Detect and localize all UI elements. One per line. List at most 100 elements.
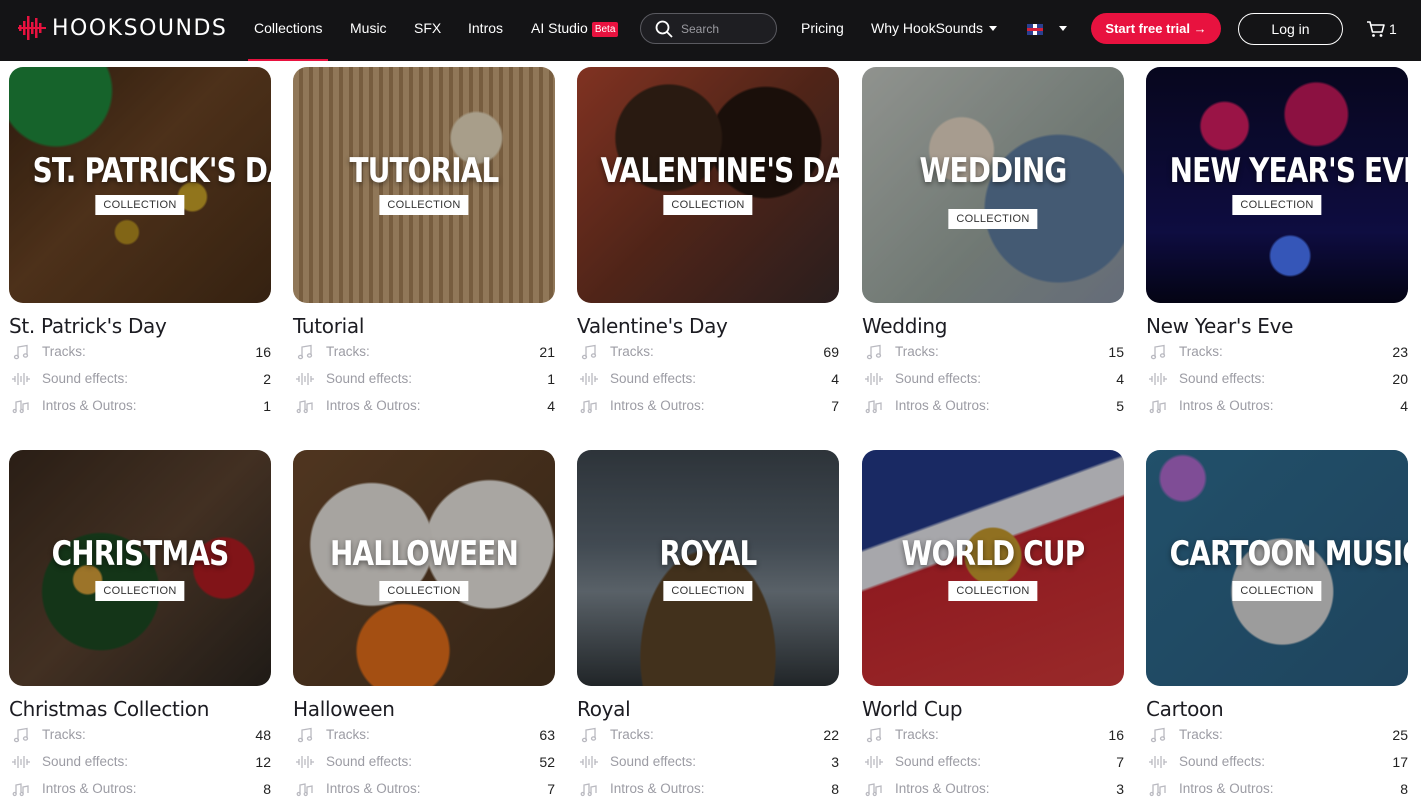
collection-thumbnail[interactable]: HALLOWEEN COLLECTION bbox=[293, 450, 555, 686]
stat-tracks: Tracks: 21 bbox=[293, 338, 555, 365]
beta-badge: Beta bbox=[591, 22, 619, 37]
collection-thumbnail[interactable]: WEDDING COLLECTION bbox=[862, 67, 1124, 303]
collection-name[interactable]: New Year's Eve bbox=[1146, 314, 1408, 338]
collection-card[interactable]: TUTORIAL COLLECTION Tutorial Tracks: 21 … bbox=[293, 67, 555, 419]
music-notes-icon bbox=[1148, 780, 1168, 798]
stat-value: 22 bbox=[823, 726, 839, 743]
collection-card[interactable]: NEW YEAR'S EVE COLLECTION New Year's Eve… bbox=[1146, 67, 1408, 419]
collection-name[interactable]: Wedding bbox=[862, 314, 1124, 338]
collection-name[interactable]: World Cup bbox=[862, 697, 1124, 721]
collection-card[interactable]: ST. PATRICK'S DAY COLLECTION St. Patrick… bbox=[9, 67, 271, 419]
collection-thumbnail[interactable]: ST. PATRICK'S DAY COLLECTION bbox=[9, 67, 271, 303]
stat-tracks: Tracks: 16 bbox=[862, 721, 1124, 748]
collection-card[interactable]: WORLD CUP COLLECTION World Cup Tracks: 1… bbox=[862, 450, 1124, 802]
stat-intros-outros: Intros & Outros: 1 bbox=[9, 392, 271, 419]
collection-card[interactable]: HALLOWEEN COLLECTION Halloween Tracks: 6… bbox=[293, 450, 555, 802]
search-input[interactable] bbox=[681, 21, 771, 36]
nav-intros[interactable]: Intros bbox=[468, 20, 503, 36]
waveform-icon bbox=[864, 370, 884, 388]
collection-badge: COLLECTION bbox=[379, 195, 469, 215]
stat-value: 8 bbox=[263, 780, 271, 797]
stat-value: 4 bbox=[1400, 397, 1408, 414]
search-box[interactable] bbox=[640, 13, 777, 44]
collection-name[interactable]: Royal bbox=[577, 697, 839, 721]
stat-value: 16 bbox=[255, 343, 271, 360]
stat-label: Tracks: bbox=[895, 727, 939, 742]
stat-value: 4 bbox=[831, 370, 839, 387]
nav-collections[interactable]: Collections bbox=[247, 20, 330, 61]
nav-music[interactable]: Music bbox=[350, 20, 387, 36]
stat-intros-outros: Intros & Outros: 3 bbox=[862, 775, 1124, 802]
collection-badge: COLLECTION bbox=[948, 581, 1038, 601]
music-note-icon bbox=[11, 726, 31, 744]
hooksounds-logo[interactable]: HOOKSOUNDS bbox=[18, 14, 227, 42]
stat-label: Tracks: bbox=[610, 344, 654, 359]
nav-sfx[interactable]: SFX bbox=[414, 20, 441, 36]
thumbnail-title: ST. PATRICK'S DAY bbox=[32, 151, 271, 191]
stat-sound-effects: Sound effects: 52 bbox=[293, 748, 555, 775]
collection-thumbnail[interactable]: TUTORIAL COLLECTION bbox=[293, 67, 555, 303]
stat-label: Sound effects: bbox=[1179, 371, 1266, 386]
stat-tracks: Tracks: 63 bbox=[293, 721, 555, 748]
collection-name[interactable]: Cartoon bbox=[1146, 697, 1408, 721]
stat-label: Intros & Outros: bbox=[42, 781, 137, 796]
music-notes-icon bbox=[864, 780, 884, 798]
music-note-icon bbox=[579, 343, 599, 361]
stat-label: Tracks: bbox=[895, 344, 939, 359]
collection-card[interactable]: CHRISTMAS COLLECTION Christmas Collectio… bbox=[9, 450, 271, 802]
stat-value: 4 bbox=[547, 397, 555, 414]
collection-thumbnail[interactable]: NEW YEAR'S EVE COLLECTION bbox=[1146, 67, 1408, 303]
collection-name[interactable]: Tutorial bbox=[293, 314, 555, 338]
stat-sound-effects: Sound effects: 7 bbox=[862, 748, 1124, 775]
stat-label: Tracks: bbox=[326, 344, 370, 359]
music-note-icon bbox=[11, 343, 31, 361]
stat-value: 17 bbox=[1392, 753, 1408, 770]
collection-thumbnail[interactable]: WORLD CUP COLLECTION bbox=[862, 450, 1124, 686]
cart-icon bbox=[1367, 21, 1385, 37]
collection-thumbnail[interactable]: CHRISTMAS COLLECTION bbox=[9, 450, 271, 686]
collection-card[interactable]: VALENTINE'S DAY COLLECTION Valentine's D… bbox=[577, 67, 839, 419]
stat-label: Intros & Outros: bbox=[326, 398, 421, 413]
stat-label: Tracks: bbox=[42, 344, 86, 359]
stat-value: 8 bbox=[831, 780, 839, 797]
collection-thumbnail[interactable]: VALENTINE'S DAY COLLECTION bbox=[577, 67, 839, 303]
collection-card[interactable]: WEDDING COLLECTION Wedding Tracks: 15 So… bbox=[862, 67, 1124, 419]
collection-name[interactable]: Halloween bbox=[293, 697, 555, 721]
stat-sound-effects: Sound effects: 20 bbox=[1146, 365, 1408, 392]
uk-flag-icon[interactable] bbox=[1027, 24, 1043, 35]
cart-button[interactable]: 1 bbox=[1366, 19, 1397, 39]
stat-tracks: Tracks: 23 bbox=[1146, 338, 1408, 365]
stat-value: 16 bbox=[1108, 726, 1124, 743]
nav-ai-studio[interactable]: AI Studio Beta bbox=[531, 20, 619, 37]
stat-label: Intros & Outros: bbox=[895, 398, 990, 413]
music-note-icon bbox=[1148, 726, 1168, 744]
stat-value: 5 bbox=[1116, 397, 1124, 414]
login-button[interactable]: Log in bbox=[1238, 13, 1343, 45]
stat-value: 1 bbox=[547, 370, 555, 387]
stat-intros-outros: Intros & Outros: 7 bbox=[577, 392, 839, 419]
stat-sound-effects: Sound effects: 1 bbox=[293, 365, 555, 392]
waveform-icon bbox=[579, 370, 599, 388]
stat-label: Tracks: bbox=[1179, 727, 1223, 742]
thumbnail-title: CHRISTMAS bbox=[51, 534, 230, 574]
waveform-icon bbox=[1148, 370, 1168, 388]
stat-intros-outros: Intros & Outros: 5 bbox=[862, 392, 1124, 419]
collection-name[interactable]: St. Patrick's Day bbox=[9, 314, 271, 338]
stat-intros-outros: Intros & Outros: 8 bbox=[9, 775, 271, 802]
ai-studio-label: AI Studio bbox=[531, 20, 588, 36]
nav-pricing[interactable]: Pricing bbox=[801, 20, 844, 36]
nav-why-hooksounds[interactable]: Why HookSounds bbox=[871, 20, 998, 36]
stat-intros-outros: Intros & Outros: 8 bbox=[577, 775, 839, 802]
collection-name[interactable]: Valentine's Day bbox=[577, 314, 839, 338]
collection-card[interactable]: CARTOON MUSIC COLLECTION Cartoon Tracks:… bbox=[1146, 450, 1408, 802]
collection-card[interactable]: ROYAL COLLECTION Royal Tracks: 22 Sound … bbox=[577, 450, 839, 802]
collection-thumbnail[interactable]: CARTOON MUSIC COLLECTION bbox=[1146, 450, 1408, 686]
stat-tracks: Tracks: 15 bbox=[862, 338, 1124, 365]
language-chevron-down-icon[interactable] bbox=[1059, 26, 1067, 31]
collection-name[interactable]: Christmas Collection bbox=[9, 697, 271, 721]
collection-thumbnail[interactable]: ROYAL COLLECTION bbox=[577, 450, 839, 686]
collection-badge: COLLECTION bbox=[1232, 195, 1322, 215]
stat-sound-effects: Sound effects: 2 bbox=[9, 365, 271, 392]
stat-value: 3 bbox=[831, 753, 839, 770]
start-free-trial-button[interactable]: Start free trial → bbox=[1091, 13, 1221, 44]
